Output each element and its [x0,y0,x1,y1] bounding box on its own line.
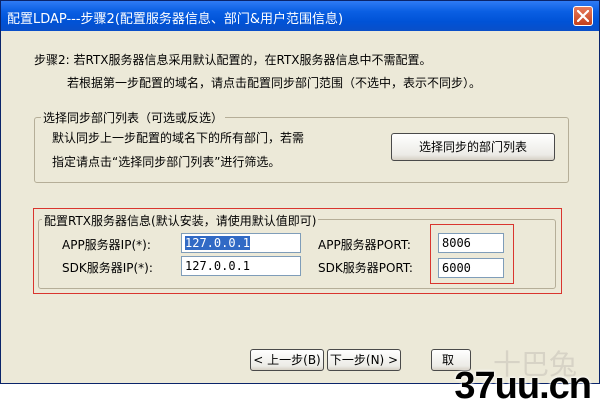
sdk-port-label: SDK服务器PORT: [318,261,413,275]
next-button[interactable]: 下一步(N) > [327,349,401,371]
app-ip-value: 127.0.0.1 [185,236,251,250]
dept-desc-line-1: 默认同步上一步配置的域名下的所有部门，若需 [52,131,305,145]
intro-line-1: 步骤2: 若RTX服务器信息采用默认配置的，在RTX服务器信息中不需配置。 [34,53,432,67]
dept-sync-group-label: 选择同步部门列表（可选或反选） [41,109,226,126]
app-ip-label: APP服务器IP(*): [62,238,151,252]
title-bar[interactable]: 配置LDAP---步骤2(配置服务器信息、部门&用户范围信息) [1,1,599,31]
select-dept-list-button[interactable]: 选择同步的部门列表 [391,133,555,161]
dialog-content: 步骤2: 若RTX服务器信息采用默认配置的，在RTX服务器信息中不需配置。 若根… [1,31,599,407]
sdk-ip-label: SDK服务器IP(*): [62,261,153,275]
sdk-ip-field[interactable]: 127.0.0.1 [181,256,301,276]
window-title: 配置LDAP---步骤2(配置服务器信息、部门&用户范围信息) [7,12,344,27]
close-button[interactable] [573,6,593,26]
app-port-label: APP服务器PORT: [318,238,411,252]
sdk-ip-value: 127.0.0.1 [185,259,251,273]
watermark-logo: 37uu.cn [454,365,592,407]
close-icon [577,10,589,22]
app-ip-field[interactable]: 127.0.0.1 [181,233,301,253]
sdk-port-field[interactable]: 6000 [438,258,504,278]
server-info-group-label: 配置RTX服务器信息(默认安装，请使用默认值即可) [42,212,319,229]
app-port-value: 8006 [442,236,471,250]
dept-desc-line-2: 指定请点击“选择同步部门列表”进行筛选。 [52,155,281,169]
app-port-field[interactable]: 8006 [438,233,504,253]
config-ldap-dialog: 配置LDAP---步骤2(配置服务器信息、部门&用户范围信息) 步骤2: 若RT… [0,0,600,407]
intro-line-2: 若根据第一步配置的域名，请点击配置同步部门范围（不选中，表示不同步）。 [67,76,482,90]
sdk-port-value: 6000 [442,261,471,275]
back-button[interactable]: < 上一步(B) [250,349,324,371]
